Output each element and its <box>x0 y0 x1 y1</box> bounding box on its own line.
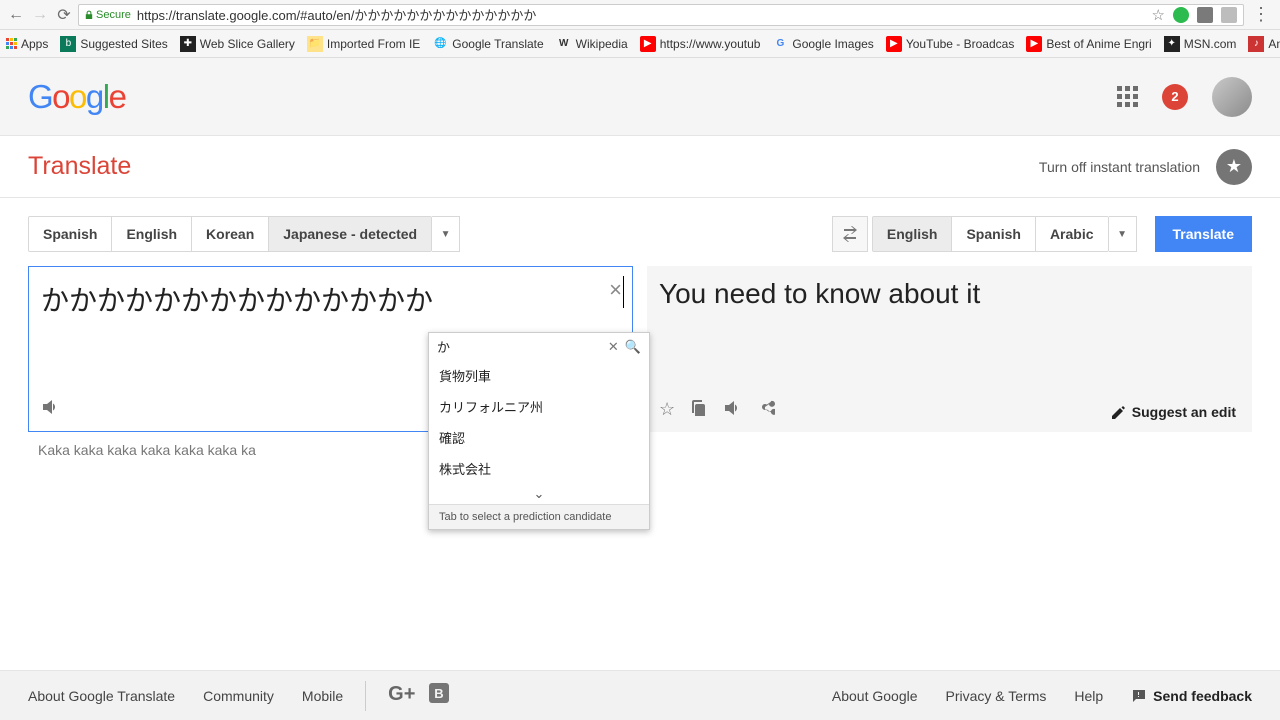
notifications-badge[interactable]: 2 <box>1162 84 1188 110</box>
footer-help[interactable]: Help <box>1074 688 1103 704</box>
ime-candidate[interactable]: カリフォルニア州 <box>429 391 649 422</box>
phrasebook-star-icon[interactable]: ★ <box>1216 149 1252 185</box>
googleplus-icon[interactable]: G+ <box>388 683 415 709</box>
clear-input-button[interactable]: × <box>609 277 622 303</box>
listen-source-icon[interactable] <box>41 398 61 421</box>
src-tab-korean[interactable]: Korean <box>192 217 269 251</box>
ime-candidate[interactable]: 株式会社 <box>429 453 649 484</box>
footer-about-google[interactable]: About Google <box>832 688 918 704</box>
translate-header: Translate Turn off instant translation ★ <box>0 136 1280 198</box>
target-panel: You need to know about it ☆ Suggest a <box>647 266 1252 458</box>
src-tab-english[interactable]: English <box>112 217 192 251</box>
src-tab-japanese-detected[interactable]: Japanese - detected <box>269 217 431 251</box>
source-text: かかかかかかかかかかかかかか <box>29 267 632 331</box>
bookmark-apps[interactable]: Apps <box>6 37 48 51</box>
listen-target-icon[interactable] <box>723 399 743 422</box>
ime-hint: Tab to select a prediction candidate <box>429 504 649 529</box>
forward-button[interactable]: → <box>30 5 50 25</box>
chevron-down-icon: ▼ <box>441 229 451 240</box>
extension-icon-1[interactable] <box>1173 7 1189 23</box>
copy-translation-icon[interactable] <box>691 399 707 422</box>
extension-icon-3[interactable] <box>1221 7 1237 23</box>
blogger-icon[interactable]: B <box>429 683 449 709</box>
account-avatar[interactable] <box>1212 77 1252 117</box>
bookmark-imported[interactable]: 📁Imported From IE <box>307 36 420 52</box>
src-tab-spanish[interactable]: Spanish <box>29 217 112 251</box>
bookmark-animelyrics[interactable]: ♪Anime Lyrics dot Co <box>1248 36 1280 52</box>
bookmarks-bar: Apps bSuggested Sites ✚Web Slice Gallery… <box>0 30 1280 58</box>
app-header: Google 2 <box>0 58 1280 136</box>
ime-head-char: か <box>437 337 608 356</box>
source-lang-tabs: Spanish English Korean Japanese - detect… <box>28 216 432 252</box>
back-button[interactable]: ← <box>6 5 26 25</box>
chevron-down-icon: ▼ <box>1117 229 1127 240</box>
send-feedback-button[interactable]: Send feedback <box>1131 688 1252 704</box>
browser-toolbar: ← → ⟳ Secure https://translate.google.co… <box>0 0 1280 30</box>
footer: About Google Translate Community Mobile … <box>0 670 1280 720</box>
footer-community[interactable]: Community <box>203 688 274 704</box>
secure-indicator: Secure <box>85 9 131 21</box>
bookmark-gimages[interactable]: GGoogle Images <box>772 36 873 52</box>
bookmark-youtube2[interactable]: ▶YouTube - Broadcas <box>886 36 1015 52</box>
share-translation-icon[interactable] <box>759 399 775 422</box>
ime-expand-icon[interactable]: ⌄ <box>429 484 649 504</box>
google-apps-icon[interactable] <box>1117 86 1138 107</box>
apps-icon <box>6 38 17 49</box>
footer-privacy-terms[interactable]: Privacy & Terms <box>946 688 1047 704</box>
ime-candidate[interactable]: 確認 <box>429 422 649 453</box>
google-logo[interactable]: Google <box>28 78 125 116</box>
tgt-tab-english[interactable]: English <box>873 217 953 251</box>
target-text: You need to know about it <box>659 278 1240 310</box>
lock-icon <box>85 10 93 20</box>
pencil-icon <box>1112 405 1126 419</box>
tgt-lang-dropdown[interactable]: ▼ <box>1109 216 1137 252</box>
footer-about-translate[interactable]: About Google Translate <box>28 688 175 704</box>
omnibox[interactable]: Secure https://translate.google.com/#aut… <box>78 4 1244 26</box>
bookmark-suggested[interactable]: bSuggested Sites <box>60 36 167 52</box>
footer-separator <box>365 681 366 711</box>
bookmark-gtranslate[interactable]: 🌐Google Translate <box>432 36 543 52</box>
ime-close-icon[interactable]: ✕ <box>608 339 619 355</box>
ime-candidate[interactable]: 貨物列車 <box>429 360 649 391</box>
bookmark-star-icon[interactable]: ☆ <box>1152 6 1165 24</box>
bookmark-youtube1[interactable]: ▶https://www.youtub <box>640 36 761 52</box>
tgt-tab-spanish[interactable]: Spanish <box>952 217 1035 251</box>
target-box: You need to know about it ☆ Suggest a <box>647 266 1252 432</box>
bookmark-msn[interactable]: ✦MSN.com <box>1164 36 1237 52</box>
page-title: Translate <box>28 152 131 181</box>
url-text: https://translate.google.com/#auto/en/かか… <box>137 5 537 24</box>
target-lang-tabs: English Spanish Arabic <box>872 216 1109 252</box>
bookmark-anime[interactable]: ▶Best of Anime Engri <box>1026 36 1151 52</box>
ime-search-icon[interactable]: 🔍 <box>625 339 641 355</box>
swap-languages-button[interactable] <box>832 216 868 252</box>
browser-menu-icon[interactable]: ⋮ <box>1248 4 1274 25</box>
suggest-edit-button[interactable]: Suggest an edit <box>1112 404 1236 420</box>
swap-icon <box>840 226 860 242</box>
ime-prediction-dropdown: か ✕ 🔍 貨物列車 カリフォルニア州 確認 株式会社 ⌄ Tab to sel… <box>428 332 650 530</box>
feedback-icon <box>1131 688 1147 704</box>
reload-button[interactable]: ⟳ <box>54 5 74 25</box>
text-cursor <box>623 276 624 308</box>
src-lang-dropdown[interactable]: ▼ <box>432 216 460 252</box>
svg-text:B: B <box>435 686 444 701</box>
translate-button[interactable]: Translate <box>1155 216 1252 252</box>
tgt-tab-arabic[interactable]: Arabic <box>1036 217 1108 251</box>
bookmark-wikipedia[interactable]: WWikipedia <box>556 36 628 52</box>
save-translation-icon[interactable]: ☆ <box>659 399 675 422</box>
extension-icon-2[interactable] <box>1197 7 1213 23</box>
bookmark-webslice[interactable]: ✚Web Slice Gallery <box>180 36 295 52</box>
instant-translation-toggle[interactable]: Turn off instant translation <box>1039 159 1200 175</box>
footer-mobile[interactable]: Mobile <box>302 688 343 704</box>
